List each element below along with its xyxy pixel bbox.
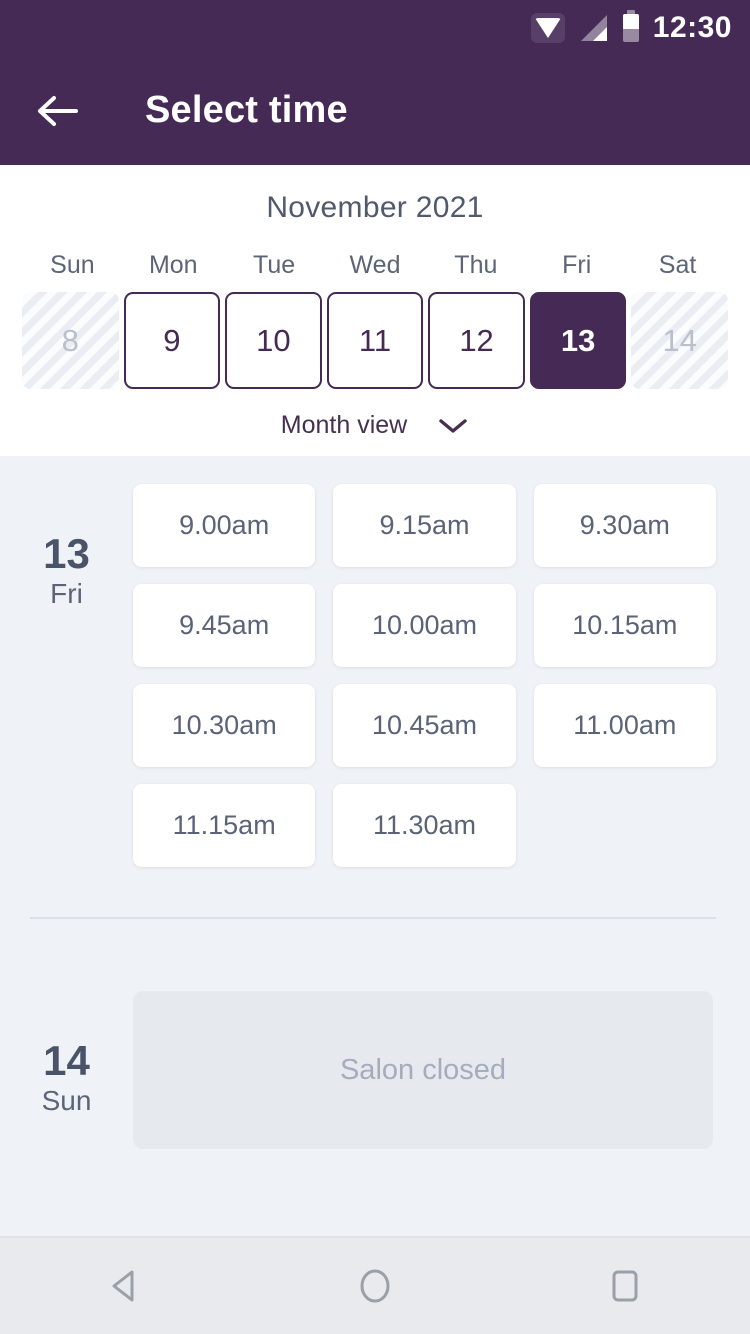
month-view-label: Month view [280, 411, 408, 439]
triangle-back-icon [112, 1270, 134, 1302]
nav-home-button[interactable] [329, 1240, 421, 1332]
date-cell-14: 14 [631, 292, 728, 389]
month-title: November 2021 [266, 191, 484, 224]
chevron-down-icon [439, 418, 467, 433]
weekday-label: Sat [658, 251, 697, 279]
nav-recents-button[interactable] [579, 1240, 671, 1332]
weekday-label: Sun [50, 251, 95, 279]
day-group-13: 13 Fri 9.00am 9.15am 9.30am 9.45am 10.00… [0, 456, 750, 867]
android-navigation-bar [0, 1236, 750, 1334]
back-button[interactable] [33, 86, 83, 136]
date-cell-12[interactable]: 12 [428, 292, 525, 389]
weekday-label: Tue [253, 251, 296, 279]
time-slot[interactable]: 11.30am [333, 784, 516, 867]
status-icon-group [530, 10, 639, 43]
date-cell-11[interactable]: 11 [326, 292, 424, 389]
schedule-area: 13 Fri 9.00am 9.15am 9.30am 9.45am 10.00… [0, 456, 750, 1149]
weekday-label: Mon [148, 251, 198, 279]
time-slot[interactable]: 11.15am [133, 784, 316, 867]
day-label-14: 14 Sun [0, 991, 133, 1149]
arrow-left-icon [38, 95, 78, 126]
battery-icon [622, 10, 639, 42]
app-bar: Select time [0, 56, 750, 165]
time-slot[interactable]: 9.30am [533, 484, 716, 567]
time-slot[interactable]: 10.45am [333, 684, 516, 767]
weekday-label: Wed [349, 251, 401, 279]
time-slot[interactable]: 10.00am [333, 584, 516, 667]
time-slot[interactable]: 10.30am [133, 684, 316, 767]
square-recents-icon [612, 1270, 638, 1302]
day-weekday: Fri [50, 578, 83, 610]
calendar-panel: November 2021 Sun Mon Tue Wed Thu Fri Sa… [0, 165, 750, 456]
date-cell-9[interactable]: 9 [123, 292, 221, 389]
status-bar-clock: 12:30 [652, 11, 732, 44]
weekday-label: Fri [562, 251, 592, 279]
time-slot-grid: 9.00am 9.15am 9.30am 9.45am 10.00am 10.1… [133, 484, 750, 867]
day-label-13: 13 Fri [0, 484, 133, 867]
page-title: Select time [145, 89, 348, 131]
nav-back-button[interactable] [79, 1240, 171, 1332]
month-view-toggle[interactable]: Month view [0, 411, 750, 440]
time-slot[interactable]: 9.15am [333, 484, 516, 567]
signal-icon [580, 15, 607, 41]
salon-closed-card: Salon closed [133, 991, 713, 1149]
day-number: 14 [43, 1037, 90, 1084]
time-slot[interactable]: 9.00am [133, 484, 316, 567]
date-cell-10[interactable]: 10 [225, 292, 322, 389]
time-slot[interactable]: 11.00am [533, 684, 716, 767]
date-cell-8: 8 [22, 292, 119, 389]
weekday-header-row: Sun Mon Tue Wed Thu Fri Sat [0, 251, 750, 280]
day-number: 13 [43, 530, 90, 577]
wifi-icon [530, 13, 565, 43]
time-slot[interactable]: 9.45am [133, 584, 316, 667]
weekday-label: Thu [454, 251, 498, 279]
time-slot[interactable]: 10.15am [533, 584, 716, 667]
date-row: 8 9 10 11 12 13 14 [0, 292, 750, 389]
date-cell-13[interactable]: 13 [529, 292, 627, 389]
day-group-14: 14 Sun Salon closed [0, 919, 750, 1149]
status-bar: 12:30 [0, 0, 750, 56]
circle-home-icon [360, 1269, 390, 1303]
day-weekday: Sun [41, 1085, 92, 1117]
